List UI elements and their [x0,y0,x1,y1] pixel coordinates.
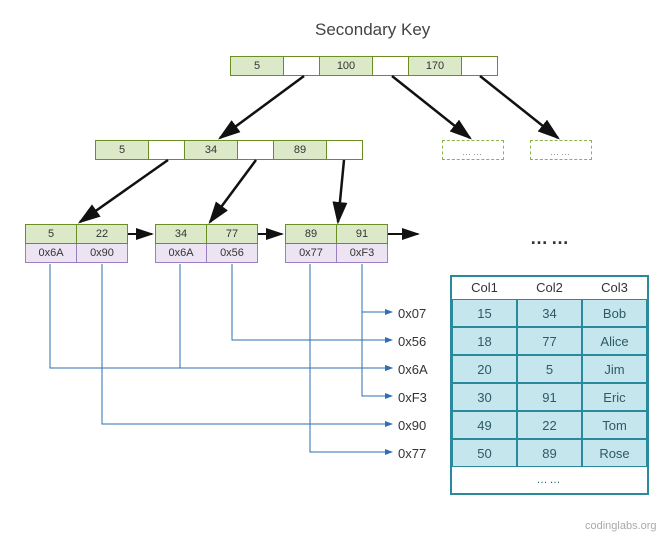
leaf-0-key-0: 5 [26,225,77,243]
leaf-2-ptr-0: 0x77 [286,244,337,262]
table-row: 3091Eric [452,383,647,411]
leaf-node-2: 89 91 0x77 0xF3 [285,224,388,263]
table-row: 205Jim [452,355,647,383]
root-key-1: 100 [320,57,373,75]
root-ptr-1 [373,57,409,75]
internal-ptr-1 [238,141,274,159]
col-header-2: Col3 [582,277,647,299]
internal-key-1: 34 [185,141,238,159]
addr-2: 0x6A [398,362,428,390]
leaf-1-key-0: 34 [156,225,207,243]
leaf-0-ptr-1: 0x90 [77,244,127,262]
col-header-1: Col2 [517,277,582,299]
internal-ptr-2 [327,141,362,159]
root-ptr-2 [462,57,497,75]
leaf-node-0: 5 22 0x6A 0x90 [25,224,128,263]
data-table: Col1 Col2 Col3 1534Bob 1877Alice 205Jim … [450,275,649,495]
secondary-key-diagram: { "title": "Secondary Key", "root": { "k… [10,10,664,544]
leaf-1-key-1: 77 [207,225,257,243]
internal-ptr-0 [149,141,185,159]
ghost-node-0: …… [442,140,504,160]
root-key-0: 5 [231,57,284,75]
table-footer: …… [452,467,647,493]
credit-text: codinglabs.org [585,520,657,532]
root-node: 5 100 170 [230,56,498,76]
internal-key-2: 89 [274,141,327,159]
addr-1: 0x56 [398,334,428,362]
addr-3: 0xF3 [398,390,428,418]
root-ptr-0 [284,57,320,75]
internal-key-0: 5 [96,141,149,159]
addr-0: 0x07 [398,306,428,334]
table-header: Col1 Col2 Col3 [452,277,647,299]
table-row: 1534Bob [452,299,647,327]
addr-4: 0x90 [398,418,428,446]
addr-5: 0x77 [398,446,428,474]
address-list: 0x07 0x56 0x6A 0xF3 0x90 0x77 [398,306,428,474]
ghost-node-1: …… [530,140,592,160]
leaf-0-ptr-0: 0x6A [26,244,77,262]
table-row: 1877Alice [452,327,647,355]
leaf-node-1: 34 77 0x6A 0x56 [155,224,258,263]
table-row: 5089Rose [452,439,647,467]
leaf-ellipsis: …… [530,228,572,249]
internal-node: 5 34 89 [95,140,363,160]
table-row: 4922Tom [452,411,647,439]
leaf-2-ptr-1: 0xF3 [337,244,387,262]
leaf-2-key-1: 91 [337,225,387,243]
leaf-1-ptr-0: 0x6A [156,244,207,262]
leaf-0-key-1: 22 [77,225,127,243]
diagram-title: Secondary Key [315,20,430,40]
leaf-1-ptr-1: 0x56 [207,244,257,262]
leaf-2-key-0: 89 [286,225,337,243]
col-header-0: Col1 [452,277,517,299]
root-key-2: 170 [409,57,462,75]
